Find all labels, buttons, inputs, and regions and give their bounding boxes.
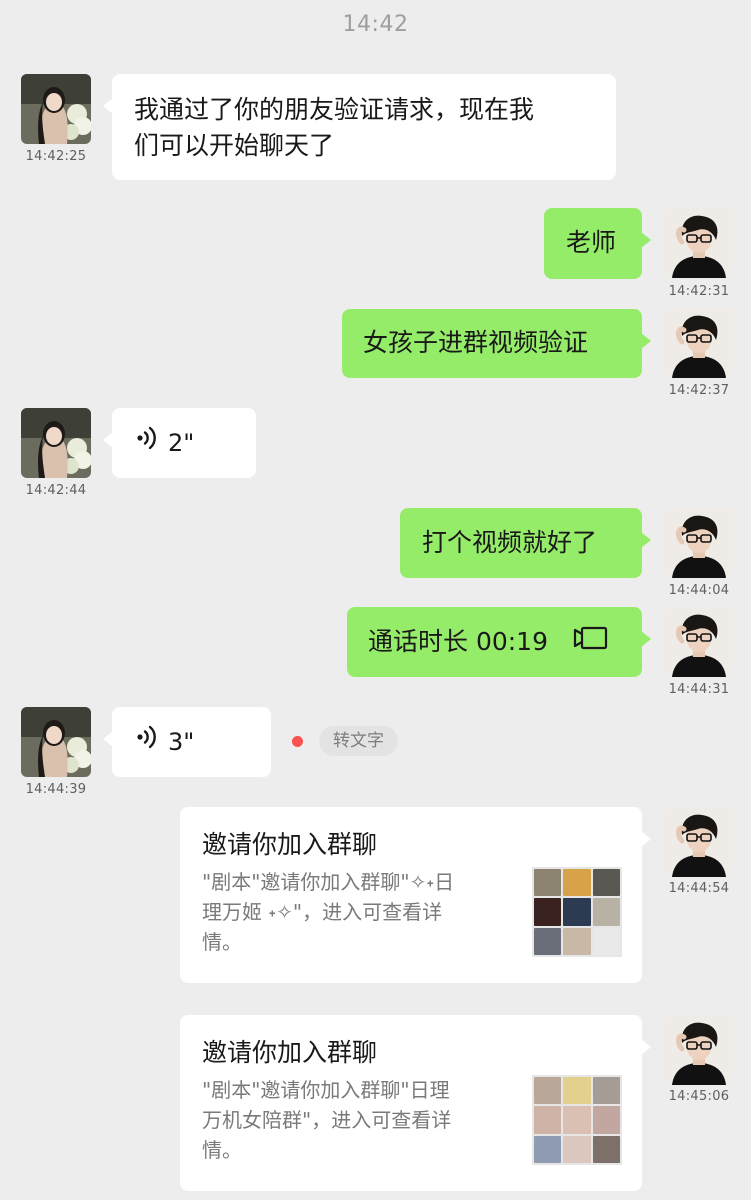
message-text-line: 们可以开始聊天了 [134,131,335,160]
self-avatar[interactable] [664,208,734,278]
card-description: "剧本"邀请你加入群聊"✧˖日 理万姬 ˖✧"，进入可查看详 情。 [202,867,514,957]
convert-to-text-button[interactable]: 转文字 [319,726,398,756]
group-thumbnail [532,1075,622,1165]
contact-avatar[interactable] [21,74,91,144]
voice-wave-icon [136,425,158,461]
sent-text-bubble[interactable]: 老师 [544,208,651,279]
message-text: 打个视频就好了 [422,528,598,557]
call-duration-text: 通话时长 00:19 [368,627,548,656]
received-voice-bubble[interactable]: 3" [103,707,271,777]
self-avatar[interactable] [664,807,734,877]
voice-wave-icon [136,724,158,760]
message-text: 女孩子进群视频验证 [363,328,589,357]
contact-avatar[interactable] [21,707,91,777]
card-description-line: 情。 [202,930,242,954]
contact-avatar[interactable] [21,408,91,478]
card-title: 邀请你加入群聊 [202,830,378,859]
message-text-line: 我通过了你的朋友验证请求，现在我 [134,95,535,124]
chat-time-header: 14:42 [342,12,409,37]
message-timestamp: 14:45:06 [668,1089,730,1104]
message-timestamp: 14:44:54 [668,881,730,896]
sent-text-bubble[interactable]: 女孩子进群视频验证 [342,309,651,378]
voice-duration: 3" [168,728,195,756]
card-description: "剧本"邀请你加入群聊"日理 万机女陪群"，进入可查看详 情。 [202,1075,514,1165]
sent-text-bubble[interactable]: 打个视频就好了 [400,508,651,578]
unread-dot [292,736,303,747]
group-invite-card[interactable]: 邀请你加入群聊 "剧本"邀请你加入群聊"✧˖日 理万姬 ˖✧"，进入可查看详 情… [180,807,651,983]
self-avatar[interactable] [664,607,734,677]
card-description-line: 万机女陪群"，进入可查看详 [202,1108,452,1132]
message-text: 老师 [566,228,617,257]
message-timestamp: 14:42:25 [25,149,87,164]
video-call-bubble[interactable]: 通话时长 00:19 [347,607,651,677]
card-description-line: 情。 [202,1138,242,1162]
group-invite-card[interactable]: 邀请你加入群聊 "剧本"邀请你加入群聊"日理 万机女陪群"，进入可查看详 情。 [180,1015,651,1191]
received-text-bubble[interactable]: 我通过了你的朋友验证请求，现在我 们可以开始聊天了 [103,74,616,180]
group-thumbnail [532,867,622,957]
voice-duration: 2" [168,429,195,457]
message-timestamp: 14:44:39 [25,782,87,797]
card-description-line: "剧本"邀请你加入群聊"日理 [202,1078,450,1102]
video-call-icon [572,625,608,661]
message-timestamp: 14:42:44 [25,483,87,498]
card-title: 邀请你加入群聊 [202,1038,378,1067]
message-timestamp: 14:42:31 [668,284,730,299]
self-avatar[interactable] [664,308,734,378]
received-voice-bubble[interactable]: 2" [103,408,256,478]
message-timestamp: 14:44:04 [668,583,730,598]
card-description-line: 理万姬 ˖✧"，进入可查看详 [202,900,443,924]
self-avatar[interactable] [664,1015,734,1085]
self-avatar[interactable] [664,508,734,578]
message-timestamp: 14:42:37 [668,383,730,398]
message-timestamp: 14:44:31 [668,682,730,697]
card-description-line: "剧本"邀请你加入群聊"✧˖日 [202,870,455,894]
